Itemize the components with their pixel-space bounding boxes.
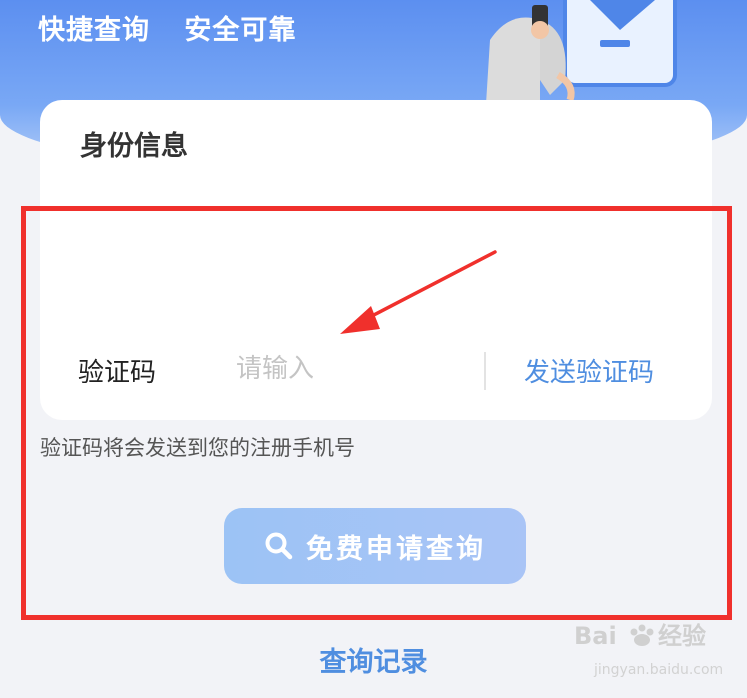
svg-text:经验: 经验 <box>658 622 706 650</box>
tagline-secure: 安全可靠 <box>184 15 297 46</box>
section-title: 身份信息 <box>80 131 188 162</box>
svg-text:jingyan.baidu.com: jingyan.baidu.com <box>593 662 723 678</box>
annotation-highlight-box <box>21 206 732 620</box>
banner-tagline: 快捷查询 安全可靠 <box>38 8 296 47</box>
tagline-quick-query: 快捷查询 <box>38 15 150 46</box>
svg-text:Bai: Bai <box>574 622 617 650</box>
watermark-logo: Bai 经验 jingyan.baidu.com <box>574 622 723 678</box>
